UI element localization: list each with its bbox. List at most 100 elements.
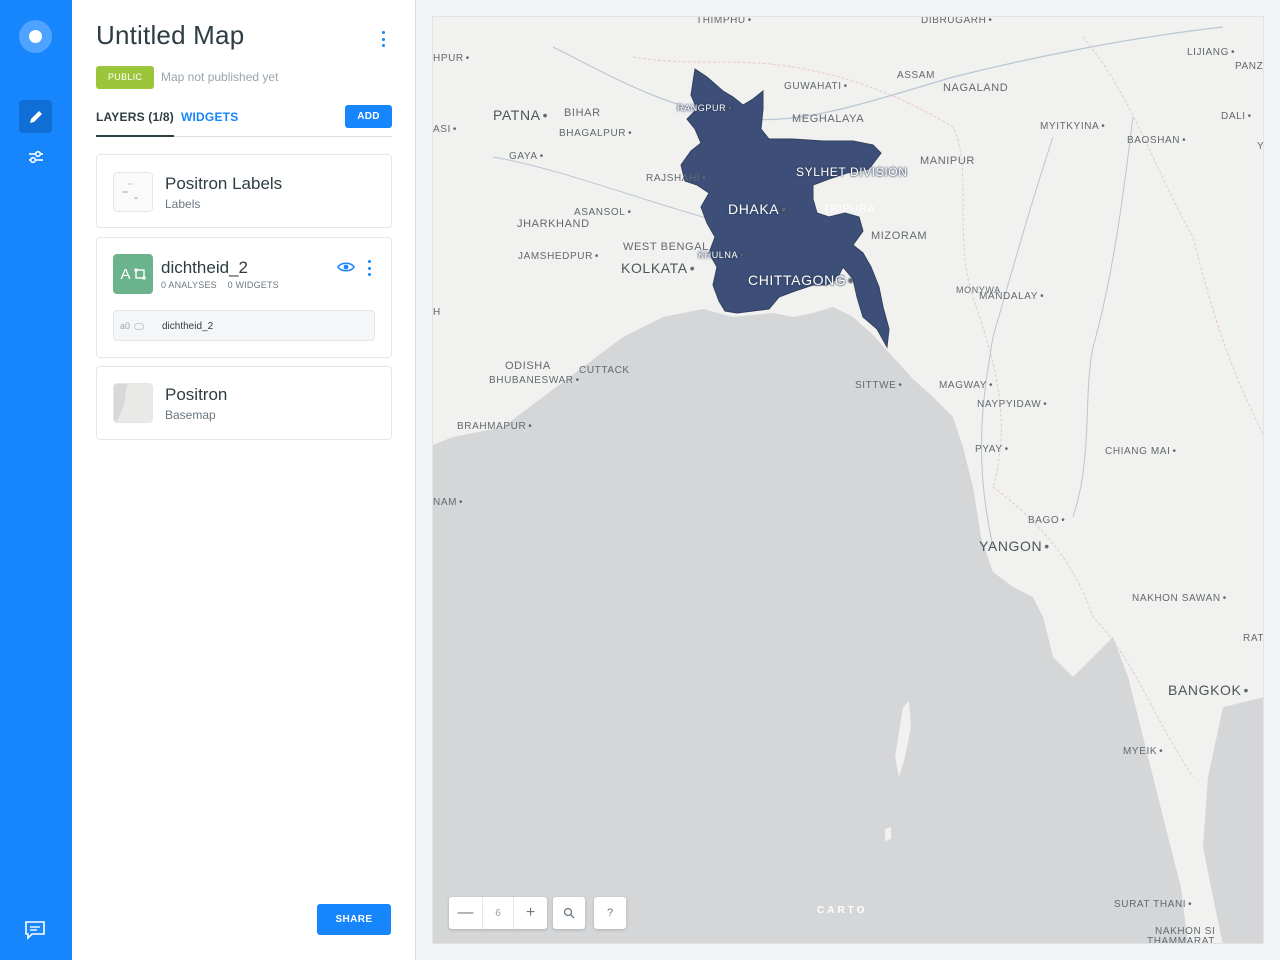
map-label: CHITTAGONG xyxy=(748,272,854,288)
settings-sliders-button[interactable] xyxy=(19,140,52,173)
border xyxy=(1082,36,1263,435)
layer-card-dichtheid[interactable]: A dichtheid_2 0 ANALYSES 0 WIDGETS a0 di… xyxy=(96,237,392,358)
basemap xyxy=(433,26,1263,943)
layer-letter-badge: A xyxy=(113,254,153,294)
river xyxy=(980,136,1054,548)
sea-gulf xyxy=(1203,697,1263,943)
map-label: THIMPHU xyxy=(696,17,752,26)
layer-card-labels[interactable]: Positron Labels Labels xyxy=(96,154,392,228)
tab-layers[interactable]: LAYERS (1/8) xyxy=(96,110,174,137)
analysis-node[interactable]: a0 dichtheid_2 xyxy=(113,310,375,341)
help-button[interactable]: ? xyxy=(594,897,626,929)
editor-panel: Untitled Map PUBLIC Map not published ye… xyxy=(72,0,416,960)
map-label: NAM xyxy=(433,497,463,508)
map-label: GUWAHATI xyxy=(784,81,848,92)
map-label: JHARKHAND xyxy=(517,218,590,230)
map-label: MAGWAY xyxy=(939,380,993,391)
panel-tabs: LAYERS (1/8) WIDGETS ADD xyxy=(96,104,392,137)
map-label: BIHAR xyxy=(564,107,601,119)
map-label: ASI xyxy=(433,124,457,135)
zoom-out-button[interactable]: — xyxy=(449,897,482,929)
layer-meta: 0 ANALYSES 0 WIDGETS xyxy=(161,280,287,290)
map-label: MEGHALAYA xyxy=(792,113,865,125)
map-label: BRAHMAPUR xyxy=(457,421,532,432)
map-label: ASANSOL xyxy=(574,207,632,218)
map-label: DHAKA xyxy=(728,201,787,217)
map-label: JAMSHEDPUR xyxy=(518,251,599,262)
tab-widgets[interactable]: WIDGETS xyxy=(181,110,238,124)
map-label: KOLKATA xyxy=(621,260,695,276)
sliders-icon xyxy=(28,150,43,163)
carto-logo-icon[interactable] xyxy=(19,20,52,53)
node-name: dichtheid_2 xyxy=(162,321,214,332)
map-label: MIZORAM xyxy=(871,230,928,242)
map-label: RAT xyxy=(1243,633,1264,644)
layer-options-kebab-icon[interactable] xyxy=(367,260,371,276)
map-label: RANGPUR xyxy=(677,103,732,113)
layer-letter: A xyxy=(120,265,131,283)
sea-area xyxy=(433,307,1188,943)
map-label: BHAGALPUR xyxy=(559,128,632,139)
map-label: LIJIANG xyxy=(1187,47,1235,58)
carto-attribution[interactable]: CARTO xyxy=(817,905,867,916)
layer-name[interactable]: dichtheid_2 xyxy=(161,258,248,278)
map-label: KHULNA xyxy=(698,250,744,260)
map-view[interactable]: THIMPHU DIBRUGARH LIJIANG PANZI HPUR ASS… xyxy=(432,16,1264,944)
zoom-control: — 6 + xyxy=(449,897,547,929)
river xyxy=(552,26,1224,121)
map-label: GAYA xyxy=(509,151,544,162)
basemap-thumbnail xyxy=(113,383,153,423)
analyses-count: 0 ANALYSES xyxy=(161,280,217,290)
map-label: RAJSHAHI xyxy=(646,173,706,184)
layer-name: Positron xyxy=(165,385,228,404)
layer-name: Positron Labels xyxy=(165,174,283,193)
map-label: BAOSHAN xyxy=(1127,135,1186,146)
node-id: a0 xyxy=(120,321,144,331)
map-label: YANGON xyxy=(979,538,1050,554)
map-label: DIBRUGARH xyxy=(921,17,993,26)
map-label: NAGALAND xyxy=(943,82,1009,94)
widgets-count: 0 WIDGETS xyxy=(227,280,279,290)
privacy-badge[interactable]: PUBLIC xyxy=(96,66,155,89)
map-label: PANZI xyxy=(1235,61,1264,72)
left-rail xyxy=(0,0,72,960)
map-label: ASSAM xyxy=(897,70,936,81)
map-label: NAYPYIDAW xyxy=(977,399,1047,410)
map-label: NAKHON SAWAN xyxy=(1132,593,1227,604)
map-options-kebab-icon[interactable] xyxy=(381,31,385,47)
map-label: SURAT THANI xyxy=(1114,899,1192,910)
map-label: WEST BENGAL xyxy=(623,241,709,253)
polygon-geometry-icon xyxy=(134,268,145,280)
island xyxy=(885,827,891,841)
add-layer-button[interactable]: ADD xyxy=(345,105,392,128)
map-label: MANIPUR xyxy=(920,155,975,167)
map-label: TRIPURA xyxy=(823,203,876,215)
map-label: Y xyxy=(1257,141,1264,152)
publish-status: Map not published yet xyxy=(161,70,279,84)
map-title[interactable]: Untitled Map xyxy=(96,20,244,51)
map-label: MYITKYINA xyxy=(1040,121,1105,132)
zoom-level: 6 xyxy=(482,897,514,929)
map-label: THAMMARAT xyxy=(1147,936,1215,944)
map-label: ODISHA xyxy=(505,360,551,372)
edit-pencil-button[interactable] xyxy=(19,100,52,133)
map-label: H xyxy=(433,307,441,318)
map-label: DALI xyxy=(1221,111,1252,122)
map-label: BHUBANESWAR xyxy=(489,375,580,386)
zoom-in-button[interactable]: + xyxy=(514,897,547,929)
share-button[interactable]: SHARE xyxy=(317,904,391,935)
pencil-icon xyxy=(29,110,42,123)
map-label: SYLHET DIVISION xyxy=(796,165,908,179)
layer-card-basemap[interactable]: Positron Basemap xyxy=(96,366,392,440)
chat-icon[interactable] xyxy=(24,920,46,940)
layer-type: Basemap xyxy=(165,408,216,422)
layer-type: Labels xyxy=(165,197,201,211)
layer-thumbnail xyxy=(113,172,153,212)
map-label: CUTTACK xyxy=(579,365,630,376)
map-label: SITTWE xyxy=(855,380,902,391)
map-label: MYEIK xyxy=(1123,746,1163,757)
eye-icon[interactable] xyxy=(337,260,355,274)
map-label: CHIANG MAI xyxy=(1105,446,1177,457)
search-button[interactable] xyxy=(553,897,585,929)
river xyxy=(1072,116,1134,518)
